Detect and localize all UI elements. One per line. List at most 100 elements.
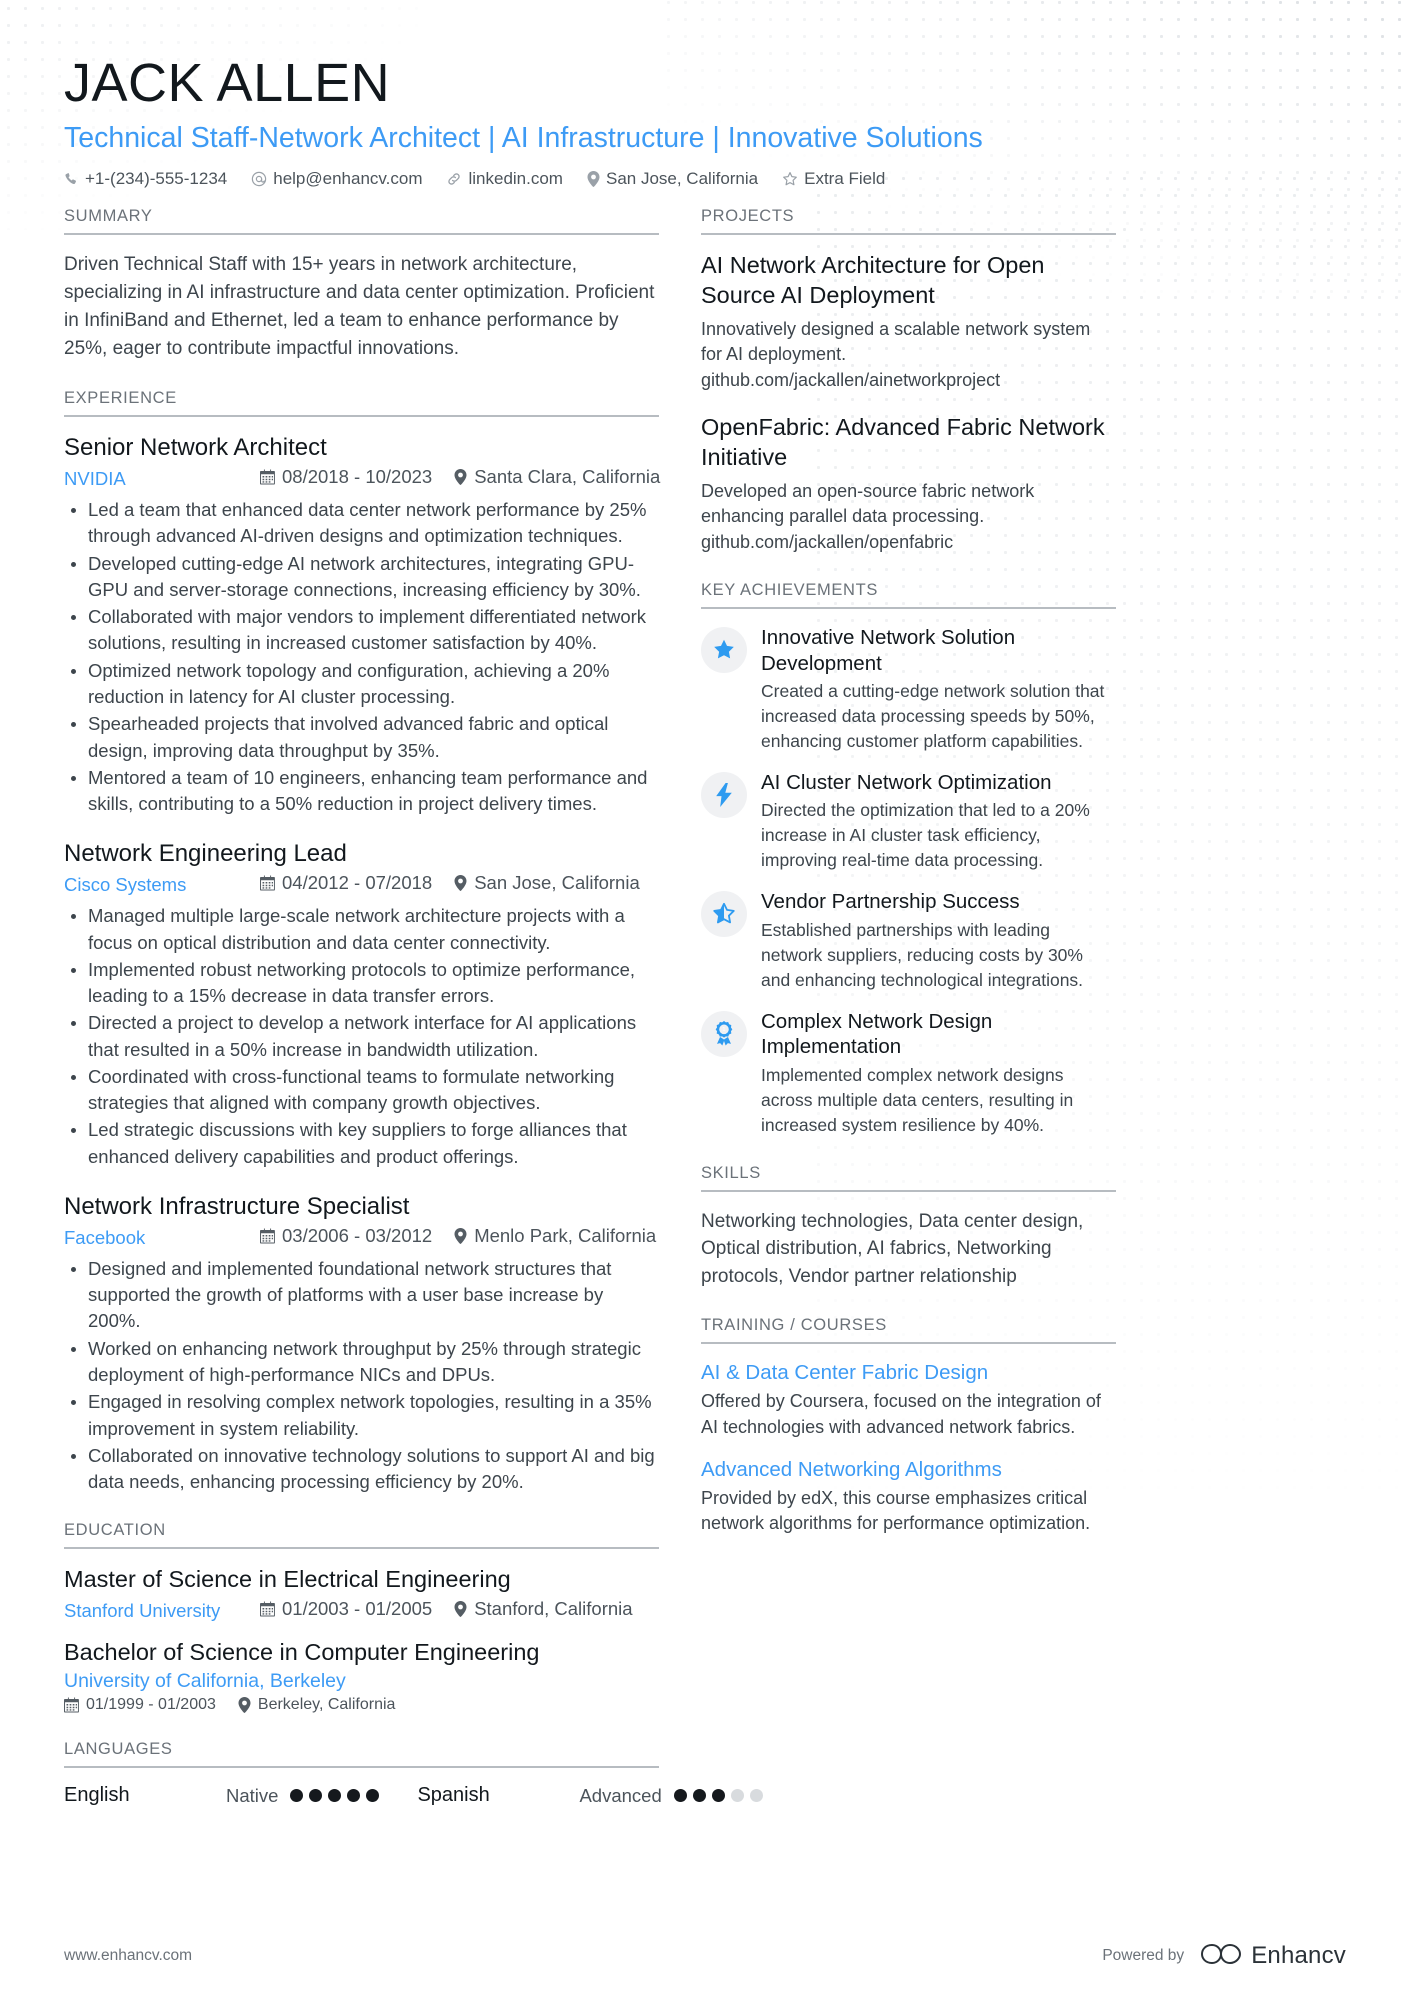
languages-row: English Native Spanish Advanced xyxy=(64,1784,763,1807)
calendar-icon xyxy=(260,1601,275,1617)
link-icon xyxy=(446,171,462,187)
contact-item-location-pin[interactable]: San Jose, California xyxy=(587,169,758,189)
course-title[interactable]: AI & Data Center Fabric Design xyxy=(701,1360,1116,1386)
calendar-icon xyxy=(260,875,275,891)
left-column: SUMMARY Driven Technical Staff with 15+ … xyxy=(64,207,763,1833)
job-dates: 08/2018 - 10/2023 xyxy=(260,466,432,488)
course-description: Provided by edX, this course emphasizes … xyxy=(701,1487,1091,1534)
summary-section-title: SUMMARY xyxy=(64,207,659,236)
award-ribbon-icon: 1 xyxy=(713,1021,735,1046)
achievement-body: Vendor Partnership Success Established pa… xyxy=(761,889,1116,992)
experience-bullet: Mentored a team of 10 engineers, enhanci… xyxy=(64,765,659,818)
contact-text: help@enhancv.com xyxy=(273,169,423,189)
job-company[interactable]: Cisco Systems xyxy=(64,874,260,896)
achievement-badge xyxy=(701,627,747,674)
achievements-list: Innovative Network Solution Development C… xyxy=(701,625,1116,1138)
contact-text: Extra Field xyxy=(804,169,886,189)
contact-text: +1-(234)-555-1234 xyxy=(85,169,228,189)
location-pin-icon xyxy=(454,469,467,486)
education-dates-text: 01/1999 - 01/2003 xyxy=(86,1696,216,1714)
job-location-text: Menlo Park, California xyxy=(474,1224,657,1246)
contact-item-star-outline[interactable]: Extra Field xyxy=(782,169,885,189)
languages-section-title: LANGUAGES xyxy=(64,1740,659,1769)
projects-list: AI Network Architecture for Open Source … xyxy=(701,251,1116,555)
star-half-icon xyxy=(712,902,736,926)
education-dates: 01/2003 - 01/2005 xyxy=(260,1598,432,1620)
job-company[interactable]: NVIDIA xyxy=(64,468,260,490)
job-location: Menlo Park, California xyxy=(454,1225,656,1247)
summary-section: SUMMARY Driven Technical Staff with 15+ … xyxy=(64,207,659,363)
education-school[interactable]: University of California, Berkeley xyxy=(64,1670,659,1693)
achievement-title: Innovative Network Solution Development xyxy=(761,626,1016,675)
experience-bullet: Implemented robust networking protocols … xyxy=(64,957,659,1010)
job-title: Network Engineering Lead xyxy=(64,840,347,868)
key-achievements-section-title: KEY ACHIEVEMENTS xyxy=(701,581,1116,610)
course-title[interactable]: Advanced Networking Algorithms xyxy=(701,1457,1116,1483)
phone-icon xyxy=(64,172,79,187)
experience-bullet: Directed a project to develop a network … xyxy=(64,1010,659,1063)
achievement-entry: 1 Complex Network Design Implementation Im… xyxy=(701,1009,1116,1138)
candidate-headline: Technical Staff-Network Architect | AI I… xyxy=(64,122,983,155)
experience-bullet: Optimized network topology and configura… xyxy=(64,658,659,711)
calendar-icon xyxy=(64,1697,79,1713)
language-level: Native xyxy=(226,1784,279,1806)
star-filled-icon xyxy=(712,638,736,662)
achievement-badge xyxy=(701,772,747,818)
calendar-icon xyxy=(260,469,275,485)
education-list: Master of Science in Electrical Engineer… xyxy=(64,1565,659,1714)
achievement-body: Innovative Network Solution Development C… xyxy=(761,625,1116,754)
job-dates-text: 08/2018 - 10/2023 xyxy=(282,466,433,488)
project-title: AI Network Architecture for Open Source … xyxy=(701,252,1045,309)
education-meta: 01/1999 - 01/2003 Berkeley, California xyxy=(64,1696,659,1714)
language-rating xyxy=(290,1789,380,1803)
experience-list: Senior Network Architect NVIDIA 08/2018 - … xyxy=(64,433,661,1495)
experience-entry: Senior Network Architect NVIDIA 08/2018 - … xyxy=(64,433,661,818)
language-rating-dot xyxy=(290,1789,304,1803)
job-meta: NVIDIA 08/2018 - 10/2023 Santa Clara, Cali… xyxy=(64,466,661,490)
project-entry: AI Network Architecture for Open Source … xyxy=(701,251,1116,393)
experience-entry: Network Engineering Lead Cisco Systems 04/… xyxy=(64,839,659,1170)
resume-content: JACK ALLEN Technical Staff-Network Archi… xyxy=(0,0,1410,1833)
language-entry: Spanish Advanced xyxy=(417,1784,800,1807)
skills-section-title: SKILLS xyxy=(701,1164,1116,1192)
svg-text:1: 1 xyxy=(722,1027,725,1033)
language-rating-dot xyxy=(366,1789,380,1803)
course-entry: Advanced Networking Algorithms Provided b… xyxy=(701,1457,1116,1537)
contact-item-email[interactable]: help@enhancv.com xyxy=(251,169,422,189)
job-dates: 04/2012 - 07/2018 xyxy=(260,872,432,894)
contact-row: +1-(234)-555-1234 help@enhancv.com linkedi… xyxy=(64,169,1346,189)
achievement-description: Directed the optimization that led to a … xyxy=(761,800,1090,871)
lightning-bolt-icon xyxy=(713,783,735,807)
enhancv-brand-name: Enhancv xyxy=(1251,1942,1346,1969)
experience-bullet: Led strategic discussions with key suppl… xyxy=(64,1117,659,1170)
footer-url[interactable]: www.enhancv.com xyxy=(64,1947,192,1965)
education-degree: Bachelor of Science in Computer Engineer… xyxy=(64,1638,540,1665)
job-location: San Jose, California xyxy=(454,872,640,894)
achievement-entry: Vendor Partnership Success Established pa… xyxy=(701,889,1116,992)
training-section: TRAINING / COURSES AI & Data Center Fabr… xyxy=(701,1316,1116,1536)
experience-bullet: Engaged in resolving complex network top… xyxy=(64,1389,659,1442)
training-list: AI & Data Center Fabric Design Offered by… xyxy=(701,1360,1116,1536)
experience-bullet: Designed and implemented foundational ne… xyxy=(64,1256,659,1335)
achievement-entry: AI Cluster Network Optimization Directed … xyxy=(701,770,1116,873)
achievement-badge: 1 xyxy=(701,1010,747,1057)
language-rating-dot xyxy=(730,1789,744,1803)
footer-brand: Powered by Enhancv xyxy=(1102,1941,1346,1972)
job-location-text: Santa Clara, California xyxy=(474,466,661,488)
contact-item-phone[interactable]: +1-(234)-555-1234 xyxy=(64,169,227,189)
languages-section: LANGUAGES English Native Spanish Advanced xyxy=(64,1740,763,1807)
language-rating-dot xyxy=(309,1789,323,1803)
job-dates: 03/2006 - 03/2012 xyxy=(260,1225,432,1247)
contact-item-link[interactable]: linkedin.com xyxy=(446,169,563,189)
enhancv-mark-icon xyxy=(1200,1941,1242,1972)
star-outline-icon xyxy=(782,171,798,187)
achievement-description: Created a cutting-edge network solution … xyxy=(761,680,1105,751)
training-section-title: TRAINING / COURSES xyxy=(701,1316,1116,1345)
achievement-badge xyxy=(701,891,747,938)
education-dates-text: 01/2003 - 01/2005 xyxy=(282,1597,433,1619)
projects-section: PROJECTS AI Network Architecture for Ope… xyxy=(701,207,1116,555)
education-school[interactable]: Stanford University xyxy=(64,1600,260,1622)
education-section: EDUCATION Master of Science in Electrica… xyxy=(64,1521,659,1714)
language-level: Advanced xyxy=(579,1784,662,1806)
job-company[interactable]: Facebook xyxy=(64,1227,260,1249)
